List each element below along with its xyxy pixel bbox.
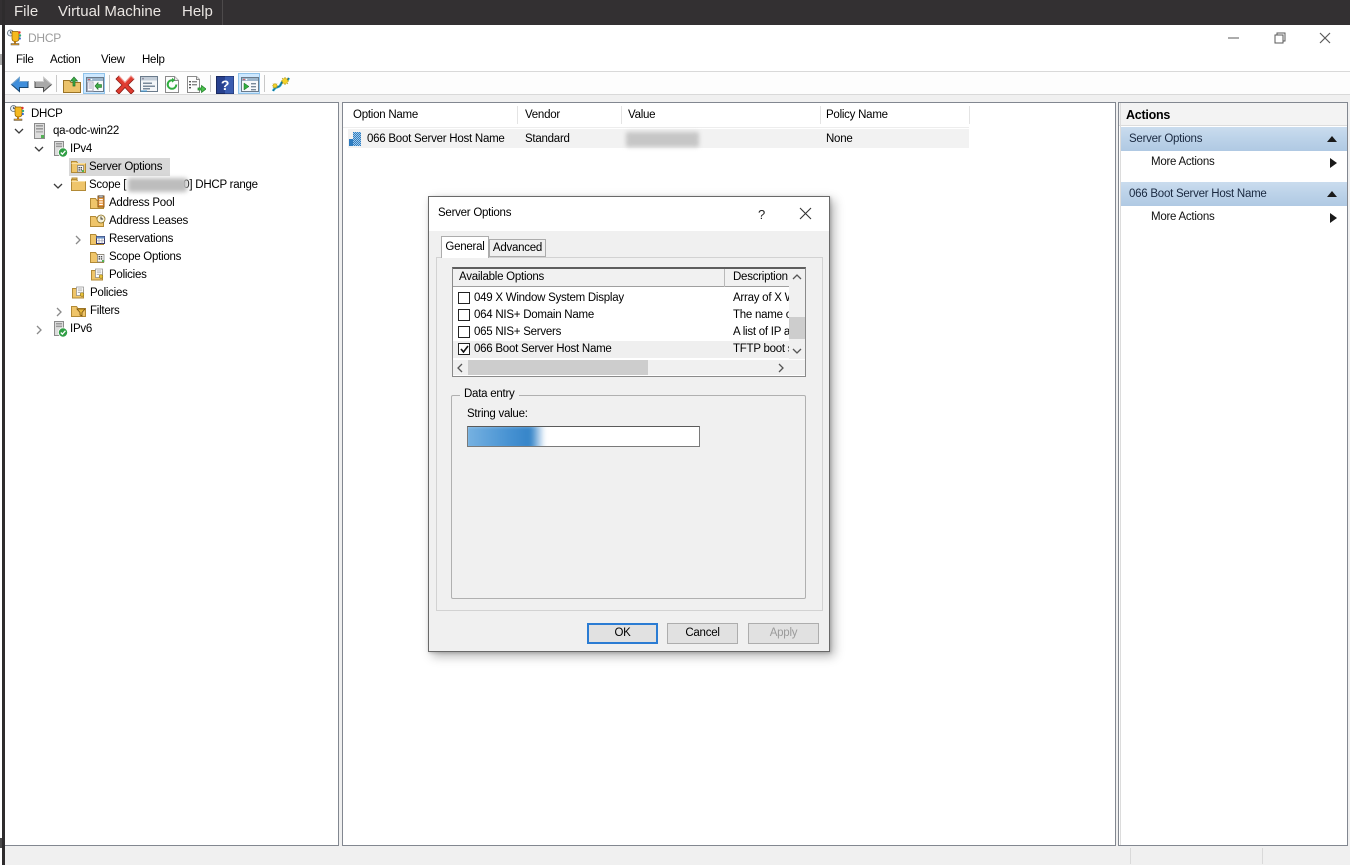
svg-text:?: ? — [221, 77, 229, 93]
